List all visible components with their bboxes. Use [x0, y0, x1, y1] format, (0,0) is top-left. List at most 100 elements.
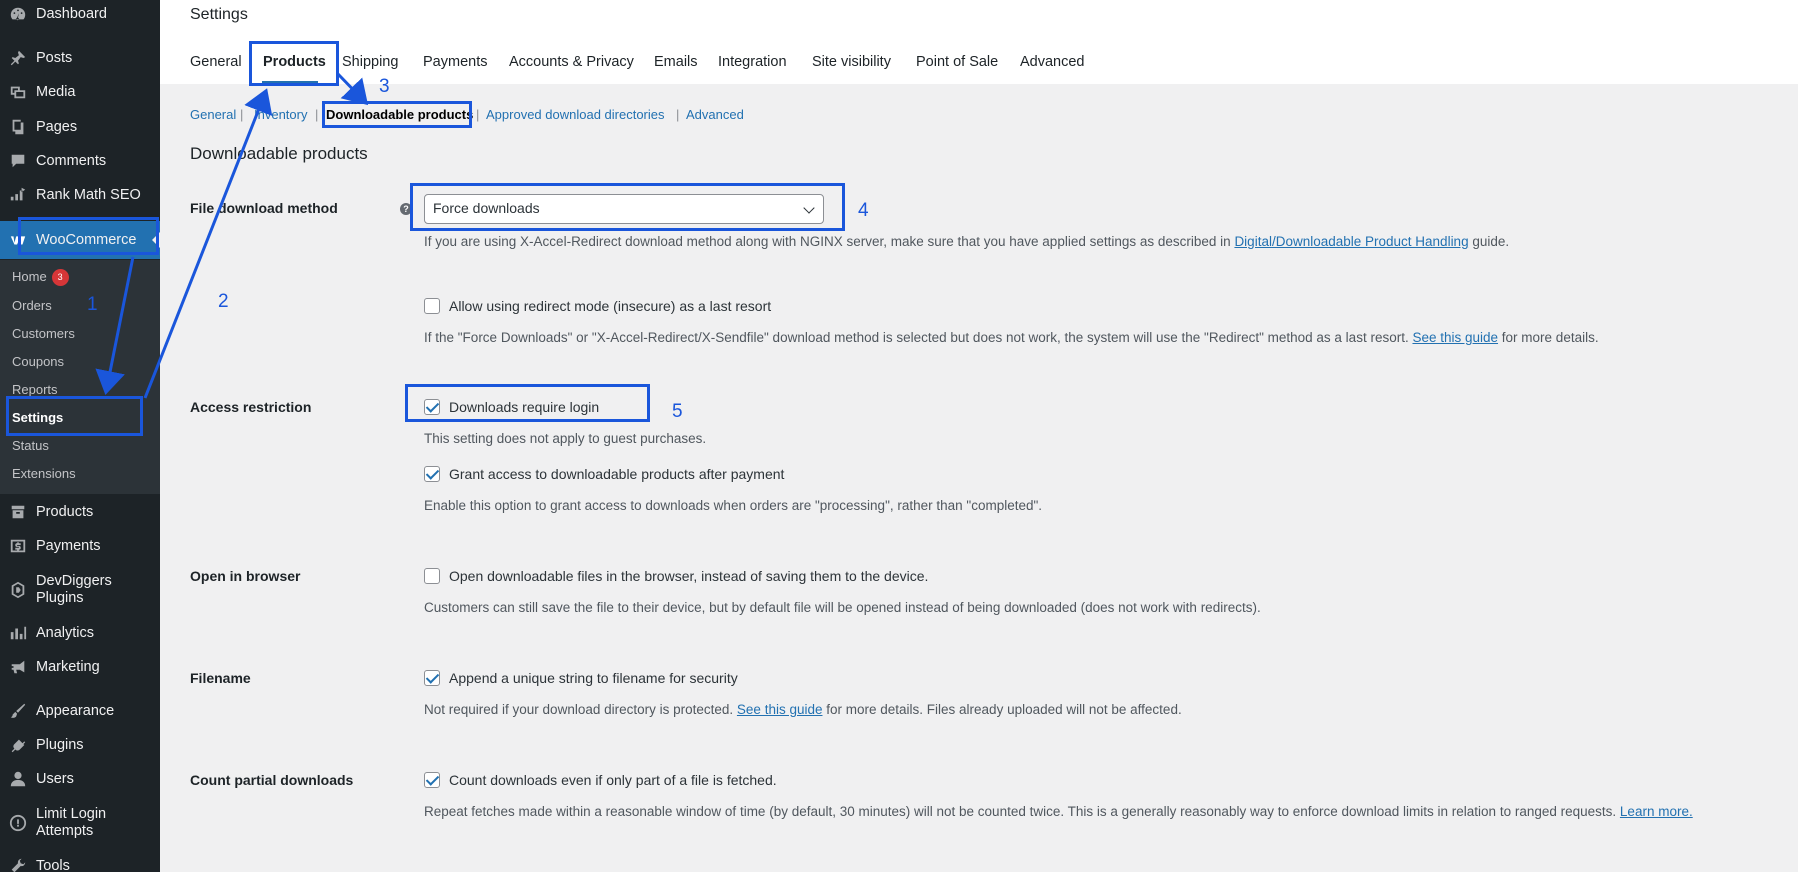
unique-filename-checkbox[interactable]	[424, 670, 440, 686]
submenu-status[interactable]: Status	[12, 438, 49, 453]
require-login-desc: This setting does not apply to guest pur…	[424, 431, 707, 446]
annotation-number-5: 5	[672, 401, 683, 422]
desc-text: Repeat fetches made within a reasonable …	[424, 804, 1617, 819]
sidebar-item-label: Pages	[36, 118, 78, 135]
open-in-browser-option[interactable]: Open downloadable files in the browser, …	[424, 568, 928, 584]
file-download-method-label: File download method	[190, 200, 338, 216]
sidebar-item-label: Payments	[36, 537, 101, 554]
sidebar-item-plugins[interactable]: Plugins	[0, 735, 160, 755]
annotation-box-downloadable-products	[322, 101, 472, 128]
sidebar-item-analytics[interactable]: Analytics	[0, 623, 160, 643]
pages-icon	[8, 117, 28, 137]
tab-advanced[interactable]: Advanced	[1020, 54, 1085, 70]
count-partial-option[interactable]: Count downloads even if only part of a f…	[424, 772, 777, 788]
see-this-guide-link[interactable]: See this guide	[1412, 330, 1498, 345]
subnav-advanced[interactable]: Advanced	[686, 107, 744, 122]
checkbox-label: Allow using redirect mode (insecure) as …	[449, 298, 772, 314]
submenu-reports[interactable]: Reports	[12, 382, 58, 397]
sidebar-item-label: Users	[36, 770, 74, 787]
tab-payments[interactable]: Payments	[423, 54, 487, 70]
annotation-box-download-method	[410, 183, 845, 231]
sidebar-item-marketing[interactable]: Marketing	[0, 657, 160, 677]
tab-shipping[interactable]: Shipping	[342, 54, 398, 70]
open-in-browser-desc: Customers can still save the file to the…	[424, 600, 1261, 615]
sidebar-item-label: Analytics	[36, 624, 95, 641]
desc-text: If the "Force Downloads" or "X-Accel-Red…	[424, 330, 1409, 345]
sidebar-item-dashboard[interactable]: Dashboard	[0, 4, 160, 24]
tab-point-of-sale[interactable]: Point of Sale	[916, 54, 998, 70]
dashboard-icon	[8, 4, 28, 24]
open-in-browser-checkbox[interactable]	[424, 568, 440, 584]
devdiggers-icon	[8, 580, 28, 600]
sidebar-item-devdiggers[interactable]: DevDiggers Plugins	[0, 572, 160, 608]
annotation-box-settings	[6, 396, 143, 436]
desc-text: for more details. Files already uploaded…	[826, 702, 1182, 717]
sidebar-item-payments[interactable]: Payments	[0, 536, 160, 556]
sidebar-item-tools[interactable]: Tools	[0, 856, 160, 872]
subnav-general[interactable]: General	[190, 107, 236, 122]
desc-text: for more details.	[1501, 330, 1599, 345]
desc-text: If you are using X-Accel-Redirect downlo…	[424, 234, 1231, 249]
sidebar-item-label: Media	[36, 83, 76, 100]
submenu-home[interactable]: Home 3	[12, 269, 69, 286]
learn-more-link[interactable]: Learn more.	[1620, 804, 1693, 819]
submenu-customers[interactable]: Customers	[12, 326, 75, 341]
count-partial-desc: Repeat fetches made within a reasonable …	[424, 804, 1693, 819]
tab-site-visibility[interactable]: Site visibility	[812, 54, 891, 70]
submenu-coupons[interactable]: Coupons	[12, 354, 64, 369]
annotation-arrows	[95, 72, 369, 399]
product-handling-link[interactable]: Digital/Downloadable Product Handling	[1234, 234, 1468, 249]
sidebar-item-limit-login[interactable]: Limit Login Attempts	[0, 805, 160, 841]
sidebar-item-posts[interactable]: Posts	[0, 48, 160, 68]
filename-label: Filename	[190, 670, 251, 686]
redirect-fallback-checkbox[interactable]	[424, 298, 440, 314]
sidebar-item-label: Posts	[36, 49, 73, 66]
subnav-separator: |	[240, 107, 244, 122]
see-this-guide-link[interactable]: See this guide	[737, 702, 823, 717]
page-title: Settings	[190, 6, 248, 23]
settings-header: Settings General Products Shipping Payme…	[160, 0, 1798, 84]
open-in-browser-label: Open in browser	[190, 568, 301, 584]
tab-accounts-privacy[interactable]: Accounts & Privacy	[509, 54, 634, 70]
grant-access-option[interactable]: Grant access to downloadable products af…	[424, 466, 784, 482]
annotation-number-4: 4	[858, 200, 869, 221]
subnav-separator: |	[315, 107, 319, 122]
sidebar-item-pages[interactable]: Pages	[0, 117, 160, 137]
section-title: Downloadable products	[190, 144, 368, 163]
tab-emails[interactable]: Emails	[654, 54, 698, 70]
filename-desc: Not required if your download directory …	[424, 702, 1182, 717]
sidebar-item-media[interactable]: Media	[0, 82, 160, 102]
sidebar-item-label: Tools	[36, 857, 70, 872]
grant-access-checkbox[interactable]	[424, 466, 440, 482]
checkbox-label: Append a unique string to filename for s…	[449, 670, 738, 686]
sidebar-item-label: Limit Login Attempts	[36, 806, 107, 839]
redirect-fallback-option[interactable]: Allow using redirect mode (insecure) as …	[424, 298, 771, 314]
plug-icon	[8, 735, 28, 755]
admin-sidebar: Dashboard Posts Media Pages Comments Ran…	[0, 0, 160, 872]
sidebar-item-label: Dashboard	[36, 5, 107, 22]
annotation-number-1: 1	[87, 294, 98, 315]
brush-icon	[8, 701, 28, 721]
checkbox-label: Open downloadable files in the browser, …	[449, 568, 929, 584]
sidebar-item-appearance[interactable]: Appearance	[0, 701, 160, 721]
annotation-box-woocommerce	[18, 217, 159, 255]
sidebar-item-comments[interactable]: Comments	[0, 151, 160, 171]
user-icon	[8, 769, 28, 789]
subnav-inventory[interactable]: Inventory	[254, 107, 307, 122]
wrench-icon	[8, 856, 28, 872]
sidebar-item-products[interactable]: Products	[0, 502, 160, 522]
tab-integration[interactable]: Integration	[718, 54, 787, 70]
sidebar-item-users[interactable]: Users	[0, 769, 160, 789]
tab-general[interactable]: General	[190, 54, 242, 70]
submenu-label: Home	[12, 269, 47, 284]
media-icon	[8, 82, 28, 102]
count-partial-checkbox[interactable]	[424, 772, 440, 788]
sidebar-item-rank-math[interactable]: Rank Math SEO	[0, 185, 160, 205]
unique-filename-option[interactable]: Append a unique string to filename for s…	[424, 670, 738, 686]
submenu-extensions[interactable]: Extensions	[12, 466, 76, 481]
submenu-orders[interactable]: Orders	[12, 298, 52, 313]
sidebar-item-label: Rank Math SEO	[36, 186, 141, 203]
access-restriction-label: Access restriction	[190, 399, 312, 415]
subnav-approved-directories[interactable]: Approved download directories	[486, 107, 665, 122]
subnav-separator: |	[476, 107, 480, 122]
